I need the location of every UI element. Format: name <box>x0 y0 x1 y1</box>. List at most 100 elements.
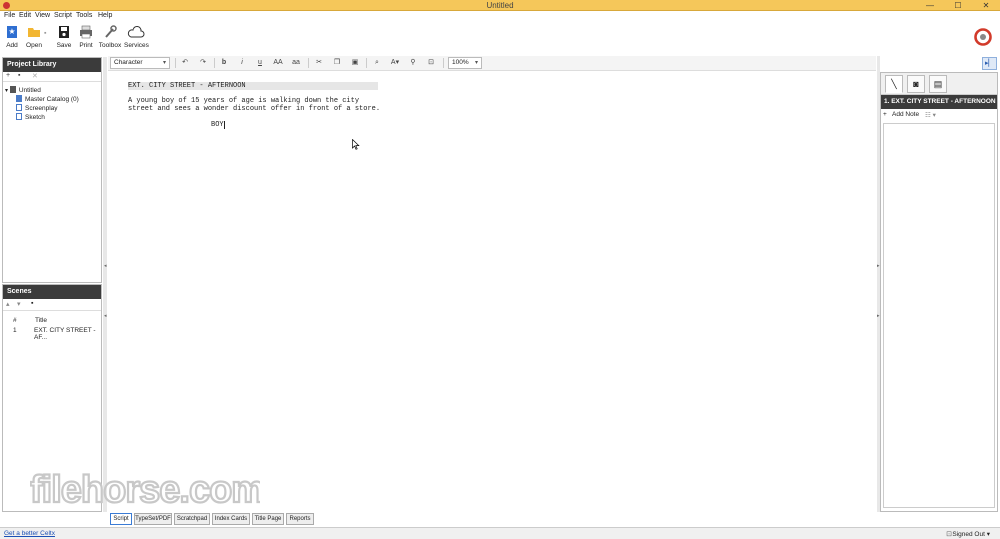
svg-text:★: ★ <box>8 27 15 36</box>
scenes-column-number[interactable]: # <box>13 317 17 324</box>
copy-icon[interactable]: ❐ <box>330 57 344 69</box>
chevron-down-icon: ▾ <box>986 531 990 538</box>
lock-icon[interactable]: ⊡ <box>424 57 438 69</box>
search-icon[interactable]: ⚲ <box>406 57 420 69</box>
project-library-panel: Project Library + ▪ ✕ ▾ Untitled Master … <box>2 57 102 283</box>
pen-icon[interactable]: ╲ <box>885 75 903 93</box>
action-line-2[interactable]: street and sees a wonder discount offer … <box>128 105 380 113</box>
menu-help[interactable]: Help <box>98 12 112 19</box>
open-button[interactable]: Open <box>22 25 46 55</box>
move-down-icon[interactable]: ▾ <box>17 300 21 308</box>
expand-arrow-icon[interactable]: ▾ <box>5 88 8 94</box>
catalog-icon <box>16 95 22 102</box>
filehorse-watermark: filehorse.com <box>30 468 260 512</box>
bold-button[interactable]: b <box>217 57 231 69</box>
scene-options-icon[interactable]: ▪ <box>31 300 33 307</box>
notes-list[interactable] <box>883 123 995 508</box>
zoom-select[interactable]: 100% ▾ <box>448 57 482 69</box>
notes-sidebar: ╲ ◙ ▤ 1. EXT. CITY STREET - AFTERNOON + … <box>880 72 998 512</box>
paste-icon[interactable]: ▣ <box>348 57 362 69</box>
note-options-icon[interactable]: ☷ ▾ <box>925 111 936 119</box>
services-button[interactable]: Services <box>124 25 149 55</box>
celtx-logo-icon[interactable] <box>974 28 992 46</box>
print-button[interactable]: Print <box>74 25 98 55</box>
tree-item-screenplay[interactable]: Screenplay <box>16 104 58 112</box>
divider <box>366 58 367 68</box>
tab-title-page[interactable]: Title Page <box>252 513 284 525</box>
divider <box>308 58 309 68</box>
save-button[interactable]: Save <box>52 25 76 55</box>
menu-edit[interactable]: Edit <box>19 12 31 19</box>
lowercase-button[interactable]: aa <box>289 57 303 69</box>
action-line-1[interactable]: A young boy of 15 years of age is walkin… <box>128 97 359 105</box>
menu-tools[interactable]: Tools <box>76 12 92 19</box>
character-name[interactable]: BOY <box>211 121 224 129</box>
project-icon <box>9 86 16 93</box>
sidebar-tabs: ╲ ◙ ▤ <box>881 73 997 95</box>
mouse-cursor-icon <box>352 139 360 150</box>
add-item-icon[interactable]: + <box>6 72 10 79</box>
divider <box>443 58 444 68</box>
collapse-left-icon[interactable]: ◂ <box>104 263 107 269</box>
clipboard-icon[interactable]: ▤ <box>929 75 947 93</box>
tab-scratchpad[interactable]: Scratchpad <box>174 513 210 525</box>
find-replace-icon[interactable]: ⌕ <box>370 57 384 69</box>
tree-item-master-catalog[interactable]: Master Catalog (0) <box>16 95 79 103</box>
notes-toolbar: + Add Note ☷ ▾ <box>881 109 997 121</box>
tab-reports[interactable]: Reports <box>286 513 314 525</box>
wrench-icon <box>105 25 117 38</box>
menu-view[interactable]: View <box>35 12 50 19</box>
tree-item-sketch[interactable]: Sketch <box>16 113 45 121</box>
script-editor[interactable]: EXT. CITY STREET - AFTERNOON A young boy… <box>108 72 876 512</box>
redo-button[interactable]: ↷ <box>196 57 210 69</box>
collapse-left-icon-2[interactable]: ◂ <box>104 313 107 319</box>
scenes-column-title[interactable]: Title <box>35 317 47 324</box>
view-tabs: Script TypeSet/PDF Scratchpad Index Card… <box>108 513 876 526</box>
left-splitter[interactable] <box>103 57 107 512</box>
undo-button[interactable]: ↶ <box>178 57 192 69</box>
camera-icon[interactable]: ◙ <box>907 75 925 93</box>
cloud-icon <box>127 26 145 38</box>
close-button[interactable]: ✕ <box>972 0 1000 11</box>
screenplay-icon <box>16 104 22 111</box>
move-up-icon[interactable]: ▴ <box>6 300 10 308</box>
maximize-button[interactable]: ☐ <box>944 0 972 11</box>
underline-button[interactable]: u <box>253 57 267 69</box>
toolbox-button[interactable]: Toolbox <box>98 25 122 55</box>
sidebar-scene-title: 1. EXT. CITY STREET - AFTERNOON <box>881 95 997 109</box>
minimize-button[interactable]: — <box>916 0 944 11</box>
main-toolbar: ★ Add Open ▪ Save Print Toolbox Services <box>0 22 1000 56</box>
tab-script[interactable]: Script <box>110 513 132 525</box>
folder-icon <box>28 28 40 37</box>
menu-bar: File Edit View Script Tools Help <box>0 11 1000 22</box>
format-toolbar: Character ▾ ↶ ↷ b i u AA aa ✂ ❐ ▣ ⌕ A▾ ⚲… <box>108 56 876 71</box>
add-button[interactable]: ★ Add <box>0 25 24 55</box>
italic-button[interactable]: i <box>235 57 249 69</box>
menu-script[interactable]: Script <box>54 12 72 19</box>
element-type-select[interactable]: Character ▾ <box>110 57 170 69</box>
tab-typeset-pdf[interactable]: TypeSet/PDF <box>134 513 172 525</box>
signed-out-status[interactable]: Signed Out ▾ <box>952 530 990 538</box>
scene-heading[interactable]: EXT. CITY STREET - AFTERNOON <box>128 82 246 90</box>
menu-file[interactable]: File <box>4 12 15 19</box>
cut-icon[interactable]: ✂ <box>312 57 326 69</box>
recent-icon[interactable]: ▪ <box>44 30 46 37</box>
add-note-button[interactable]: Add Note <box>892 111 919 118</box>
table-row[interactable]: 1 EXT. CITY STREET - AF... <box>3 326 101 341</box>
spellcheck-icon[interactable]: A▾ <box>388 57 402 69</box>
tab-index-cards[interactable]: Index Cards <box>212 513 250 525</box>
window-title: Untitled <box>486 1 514 10</box>
uppercase-button[interactable]: AA <box>271 57 285 69</box>
folder-add-icon[interactable]: ▪ <box>18 72 20 79</box>
plus-icon[interactable]: + <box>883 111 887 118</box>
get-better-celtx-link[interactable]: Get a better Celtx <box>4 530 55 537</box>
tree-item-untitled[interactable]: ▾ Untitled <box>5 86 41 94</box>
toggle-sidebar-icon[interactable]: ▸▏ <box>982 57 997 70</box>
text-caret <box>224 121 225 129</box>
lock-icon: ⊡ <box>946 531 952 538</box>
sketch-icon <box>16 113 22 120</box>
printer-icon <box>80 25 92 39</box>
divider <box>175 58 176 68</box>
delete-item-icon[interactable]: ✕ <box>32 72 38 80</box>
chevron-down-icon: ▾ <box>162 60 166 66</box>
